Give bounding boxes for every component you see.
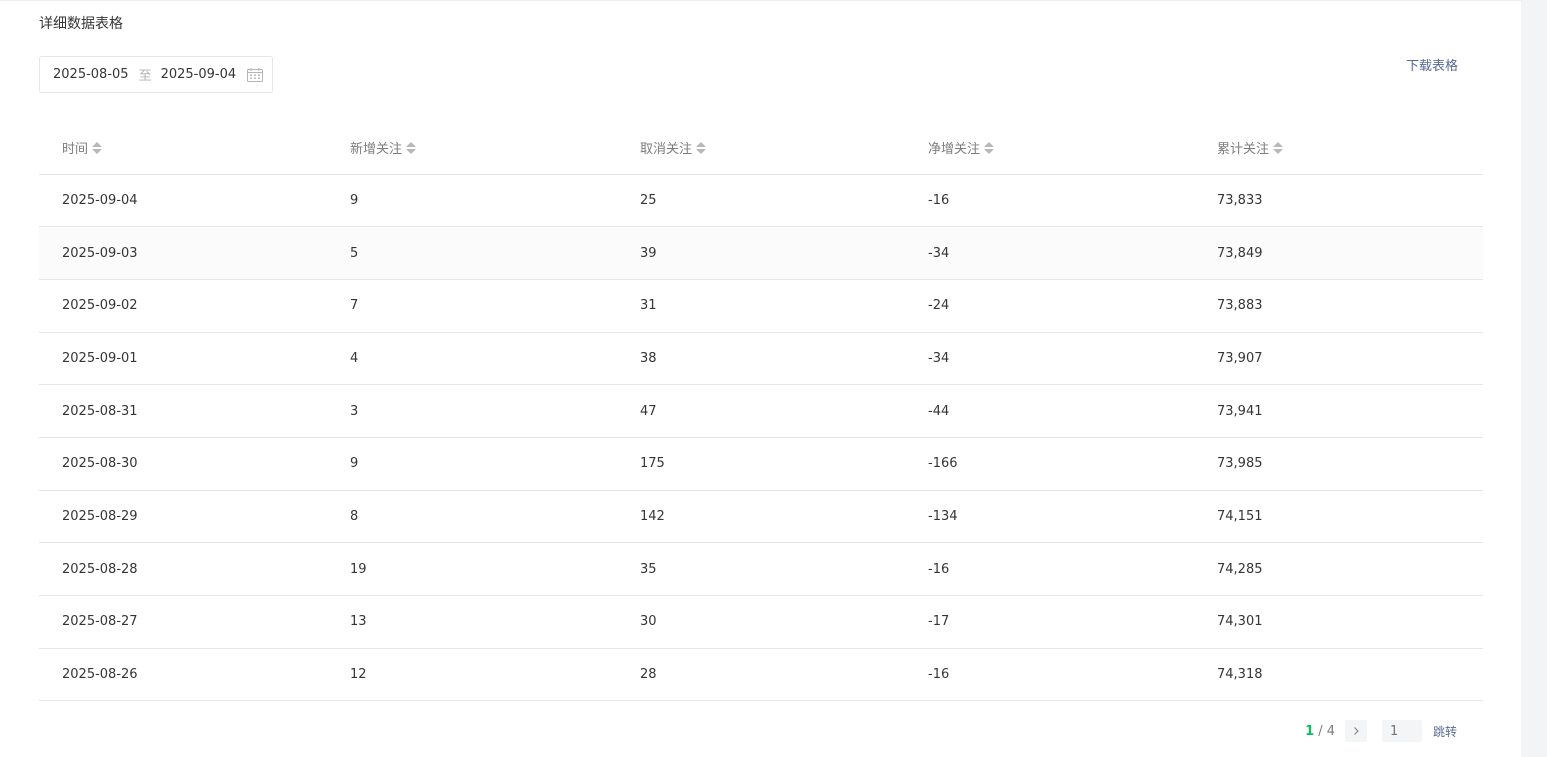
cell-new: 9: [327, 437, 617, 491]
table-row: 2025-08-31 3 47 -44 73,941: [39, 384, 1483, 438]
cell-net: -166: [905, 437, 1194, 491]
cell-total: 73,849: [1194, 226, 1483, 280]
table-header-row: 时间 新增关注 取消关注 净增关注 累计关注: [39, 122, 1483, 175]
next-page-button[interactable]: [1344, 720, 1367, 742]
cell-cancel: 142: [617, 490, 905, 544]
cell-total: 74,301: [1194, 595, 1483, 649]
cell-new: 9: [327, 174, 617, 228]
cell-new: 5: [327, 226, 617, 280]
header-net-follows[interactable]: 净增关注: [905, 122, 1194, 175]
start-date[interactable]: 2025-08-05: [53, 67, 129, 82]
cell-total: 74,318: [1194, 648, 1483, 702]
cell-date: 2025-08-31: [39, 384, 327, 438]
section-title: 详细数据表格: [39, 16, 123, 32]
cell-date: 2025-09-03: [39, 226, 327, 280]
cell-net: -34: [905, 226, 1194, 280]
cell-cancel: 39: [617, 226, 905, 280]
sort-icon[interactable]: [92, 141, 103, 154]
header-label: 新增关注: [350, 142, 403, 158]
sort-icon[interactable]: [984, 141, 995, 154]
table-row: 2025-09-03 5 39 -34 73,849: [39, 226, 1483, 280]
cell-net: -16: [905, 174, 1194, 228]
download-table-link[interactable]: 下载表格: [1406, 58, 1458, 76]
header-label: 净增关注: [928, 142, 981, 158]
cell-total: 74,285: [1194, 542, 1483, 596]
header-label: 取消关注: [640, 142, 693, 158]
table-row: 2025-08-28 19 35 -16 74,285: [39, 542, 1483, 596]
cell-date: 2025-09-01: [39, 332, 327, 386]
header-label: 累计关注: [1217, 142, 1270, 158]
cell-date: 2025-09-02: [39, 279, 327, 333]
table-row: 2025-08-30 9 175 -166 73,985: [39, 437, 1483, 491]
cell-date: 2025-08-30: [39, 437, 327, 491]
cell-net: -34: [905, 332, 1194, 386]
page-number-input[interactable]: [1381, 720, 1422, 742]
sort-icon[interactable]: [406, 141, 417, 154]
sort-icon[interactable]: [1273, 141, 1284, 154]
cell-date: 2025-08-29: [39, 490, 327, 544]
cell-net: -134: [905, 490, 1194, 544]
cell-date: 2025-08-27: [39, 595, 327, 649]
pagination: 1 / 4 跳转: [1305, 720, 1457, 742]
cell-total: 73,985: [1194, 437, 1483, 491]
header-total-follows[interactable]: 累计关注: [1194, 122, 1483, 175]
cell-new: 13: [327, 595, 617, 649]
cell-net: -44: [905, 384, 1194, 438]
end-date[interactable]: 2025-09-04: [161, 67, 237, 82]
cell-cancel: 31: [617, 279, 905, 333]
follower-data-table: 时间 新增关注 取消关注 净增关注 累计关注 2025-09-04 9 25 -…: [39, 122, 1483, 702]
cell-new: 3: [327, 384, 617, 438]
cell-date: 2025-08-28: [39, 542, 327, 596]
cell-cancel: 30: [617, 595, 905, 649]
total-pages: / 4: [1318, 723, 1335, 739]
current-page: 1: [1305, 723, 1315, 739]
cell-total: 73,883: [1194, 279, 1483, 333]
calendar-icon[interactable]: [247, 67, 263, 82]
cell-cancel: 38: [617, 332, 905, 386]
cell-cancel: 25: [617, 174, 905, 228]
table-row: 2025-08-27 13 30 -17 74,301: [39, 595, 1483, 649]
cell-net: -17: [905, 595, 1194, 649]
table-row: 2025-08-26 12 28 -16 74,318: [39, 648, 1483, 702]
cell-net: -24: [905, 279, 1194, 333]
table-row: 2025-09-04 9 25 -16 73,833: [39, 174, 1483, 228]
cell-date: 2025-09-04: [39, 174, 327, 228]
cell-cancel: 35: [617, 542, 905, 596]
cell-date: 2025-08-26: [39, 648, 327, 702]
table-row: 2025-08-29 8 142 -134 74,151: [39, 490, 1483, 544]
cell-total: 73,907: [1194, 332, 1483, 386]
cell-net: -16: [905, 542, 1194, 596]
cell-cancel: 28: [617, 648, 905, 702]
cell-total: 73,941: [1194, 384, 1483, 438]
header-time[interactable]: 时间: [39, 122, 327, 175]
cell-new: 12: [327, 648, 617, 702]
detail-data-panel: 详细数据表格 2025-08-05 至 2025-09-04 下载表格 时间 新…: [0, 0, 1521, 757]
table-row: 2025-09-01 4 38 -34 73,907: [39, 332, 1483, 386]
cell-net: -16: [905, 648, 1194, 702]
cell-total: 73,833: [1194, 174, 1483, 228]
sort-icon[interactable]: [696, 141, 707, 154]
header-new-follows[interactable]: 新增关注: [327, 122, 617, 175]
cell-cancel: 47: [617, 384, 905, 438]
date-separator: 至: [138, 69, 152, 84]
table-row: 2025-09-02 7 31 -24 73,883: [39, 279, 1483, 333]
header-unfollows[interactable]: 取消关注: [617, 122, 905, 175]
cell-new: 8: [327, 490, 617, 544]
jump-button[interactable]: 跳转: [1433, 723, 1457, 740]
cell-new: 7: [327, 279, 617, 333]
cell-new: 4: [327, 332, 617, 386]
cell-cancel: 175: [617, 437, 905, 491]
header-label: 时间: [62, 142, 89, 158]
cell-total: 74,151: [1194, 490, 1483, 544]
cell-new: 19: [327, 542, 617, 596]
date-range-picker[interactable]: 2025-08-05 至 2025-09-04: [39, 56, 273, 93]
chevron-right-icon: [1354, 727, 1359, 735]
